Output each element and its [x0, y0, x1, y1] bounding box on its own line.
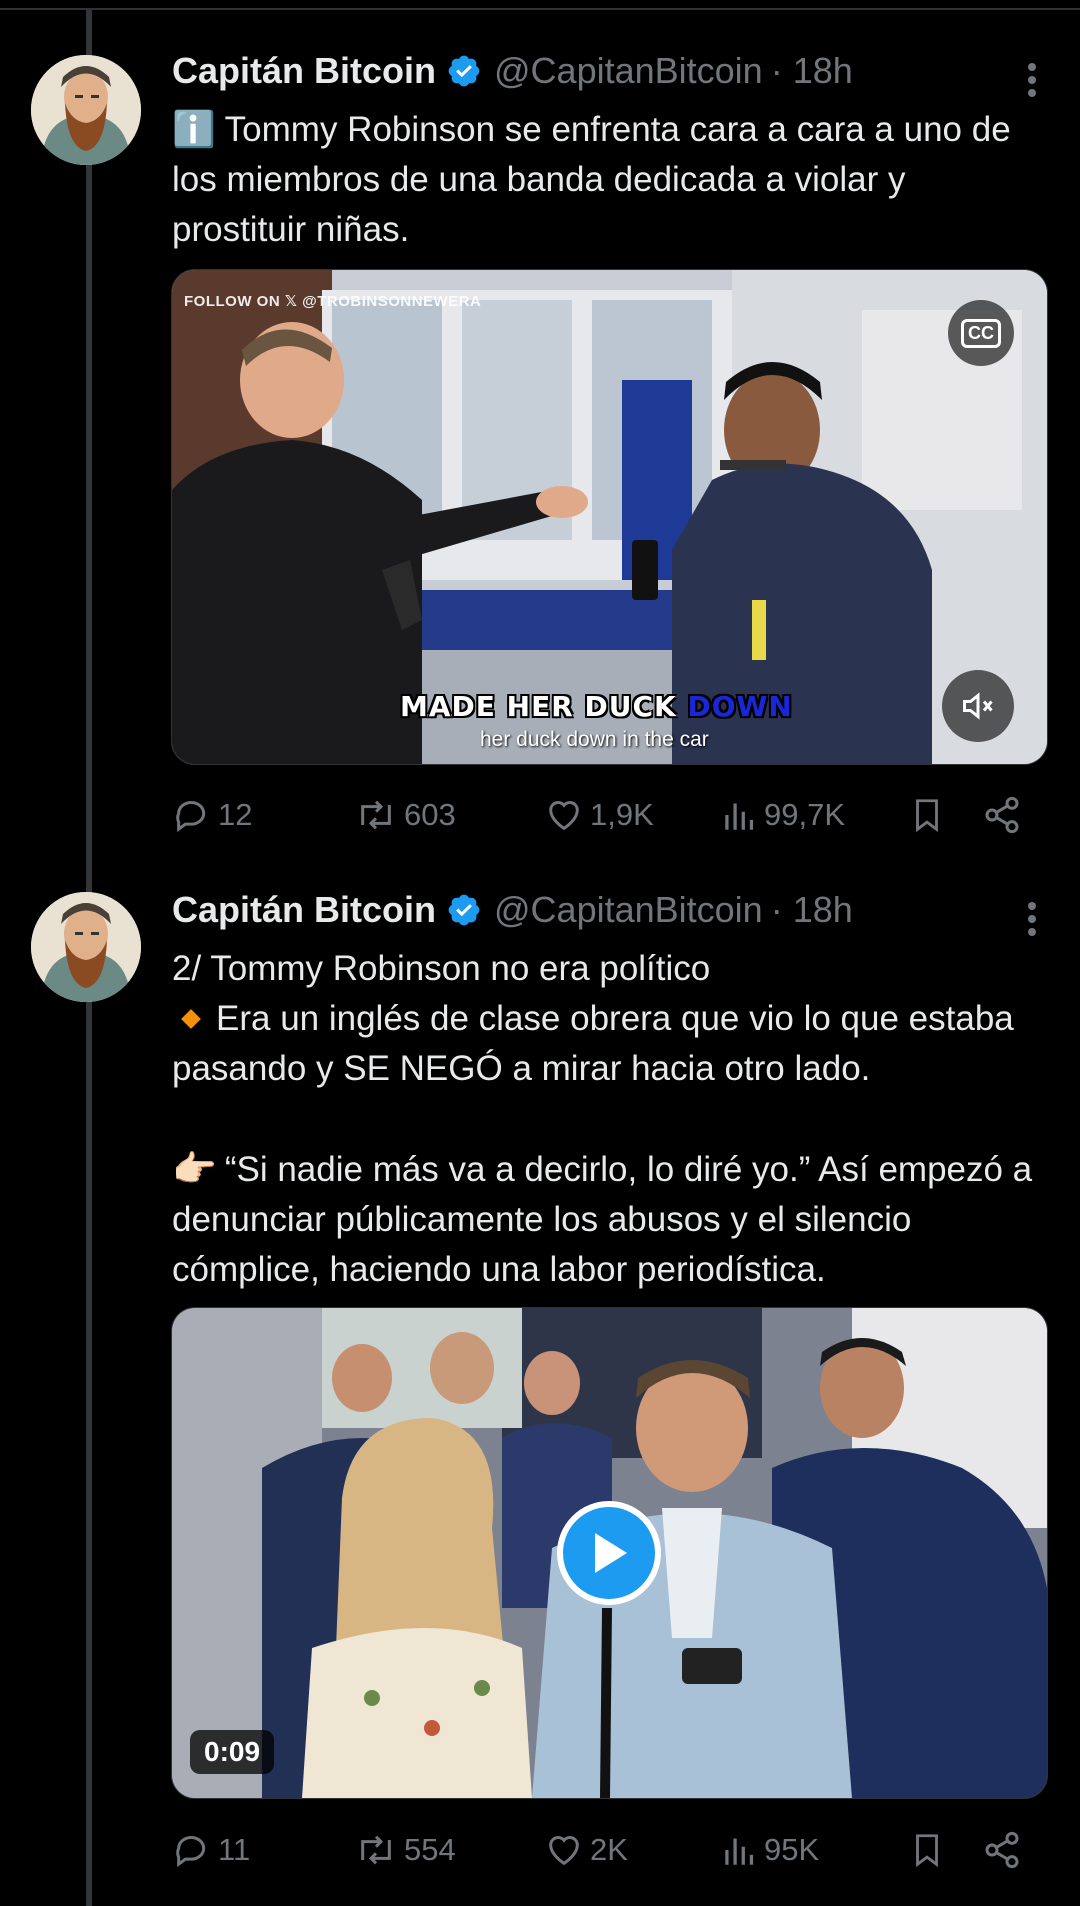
- tweet-text-line: Era un inglés de clase obrera que vio lo…: [172, 994, 1047, 1094]
- bookmark-icon: [916, 799, 938, 833]
- repost-count: 554: [404, 1832, 456, 1867]
- tweet-text-span: “Si nadie más va a decirlo, lo diré yo.”…: [172, 1150, 1033, 1289]
- like-icon: [549, 1836, 579, 1866]
- video-watermark: FOLLOW ON 𝕏 @TROBINSONNEWERA: [184, 293, 482, 310]
- reply-count: 11: [218, 1832, 251, 1867]
- share-icon: [985, 796, 1019, 834]
- repost-icon: [361, 1835, 391, 1865]
- video-player[interactable]: FOLLOW ON 𝕏 @TROBINSONNEWERA CC MADE HER…: [171, 269, 1048, 765]
- author-handle[interactable]: @CapitanBitcoin: [494, 889, 763, 931]
- like-icon: [549, 801, 579, 831]
- reply-button[interactable]: 12: [172, 790, 252, 840]
- video-caption-highlight: DOWN: [687, 690, 793, 723]
- views-count: 95K: [764, 1832, 820, 1867]
- mute-button[interactable]: [942, 670, 1014, 742]
- tweet-actions: 12 603 1,9K 99,7K: [172, 790, 1047, 840]
- views-button[interactable]: 95K: [722, 1825, 819, 1875]
- tweet-text-span: Era un inglés de clase obrera que vio lo…: [172, 999, 1014, 1088]
- captions-button[interactable]: CC: [948, 300, 1014, 366]
- bookmark-button[interactable]: [908, 1825, 950, 1875]
- like-button[interactable]: 1,9K: [544, 790, 654, 840]
- like-count: 1,9K: [590, 797, 654, 832]
- more-options-icon[interactable]: [1017, 898, 1047, 938]
- repost-button[interactable]: 554: [354, 1825, 456, 1875]
- play-icon: [595, 1533, 627, 1573]
- share-button[interactable]: [982, 790, 1026, 840]
- bookmark-icon: [916, 1834, 938, 1868]
- avatar[interactable]: [31, 892, 141, 1002]
- reply-icon: [176, 1836, 206, 1868]
- orange-diamond-icon: [181, 1008, 201, 1029]
- cc-icon: CC: [961, 318, 1001, 348]
- tweet-time[interactable]: · 18h: [771, 50, 853, 92]
- more-options-icon[interactable]: [1017, 59, 1047, 99]
- avatar[interactable]: [31, 55, 141, 165]
- tweet-text-line: ℹ️ Tommy Robinson se enfrenta cara a car…: [172, 110, 1011, 249]
- verified-badge-icon: [448, 894, 480, 926]
- reply-icon: [176, 801, 206, 833]
- tweet-text-line: 👉🏻 “Si nadie más va a decirlo, lo diré yo…: [172, 1144, 1047, 1295]
- repost-button[interactable]: 603: [354, 790, 456, 840]
- like-count: 2K: [590, 1832, 628, 1867]
- tweet-text-line: 2/ Tommy Robinson no era político: [172, 949, 711, 988]
- video-player[interactable]: 0:09: [171, 1307, 1048, 1799]
- video-duration: 0:09: [190, 1730, 275, 1774]
- views-count: 99,7K: [764, 797, 846, 832]
- like-button[interactable]: 2K: [544, 1825, 628, 1875]
- views-button[interactable]: 99,7K: [722, 790, 845, 840]
- views-icon: [725, 1838, 754, 1865]
- author-name[interactable]: Capitán Bitcoin: [172, 889, 436, 931]
- tweet-actions: 11 554 2K 95K: [172, 1825, 1047, 1875]
- views-icon: [725, 803, 754, 830]
- repost-count: 603: [404, 797, 456, 832]
- tweet-text: ℹ️ Tommy Robinson se enfrenta cara a car…: [172, 105, 1047, 255]
- tweet-header: Capitán Bitcoin @CapitanBitcoin · 18h: [172, 45, 1047, 97]
- bookmark-button[interactable]: [908, 790, 950, 840]
- share-icon: [985, 1831, 1019, 1869]
- reply-count: 12: [218, 797, 253, 832]
- top-divider: [0, 0, 1080, 10]
- tweet-text: 2/ Tommy Robinson no era político Era un…: [172, 944, 1047, 1295]
- author-handle[interactable]: @CapitanBitcoin: [494, 50, 763, 92]
- tweet-header: Capitán Bitcoin @CapitanBitcoin · 18h: [172, 884, 1047, 936]
- video-caption: MADE HER DUCK DOWN: [400, 690, 793, 723]
- author-name[interactable]: Capitán Bitcoin: [172, 50, 436, 92]
- pointing-hand-icon: 👉🏻: [172, 1148, 217, 1189]
- share-button[interactable]: [982, 1825, 1026, 1875]
- reply-button[interactable]: 11: [172, 1825, 250, 1875]
- verified-badge-icon: [448, 55, 480, 87]
- video-subtitle: her duck down in the car: [480, 728, 709, 751]
- video-caption-white: MADE HER DUCK: [400, 690, 688, 723]
- play-button[interactable]: [557, 1501, 661, 1605]
- repost-icon: [361, 800, 391, 830]
- mute-icon: [963, 692, 993, 720]
- tweet-time[interactable]: · 18h: [771, 889, 853, 931]
